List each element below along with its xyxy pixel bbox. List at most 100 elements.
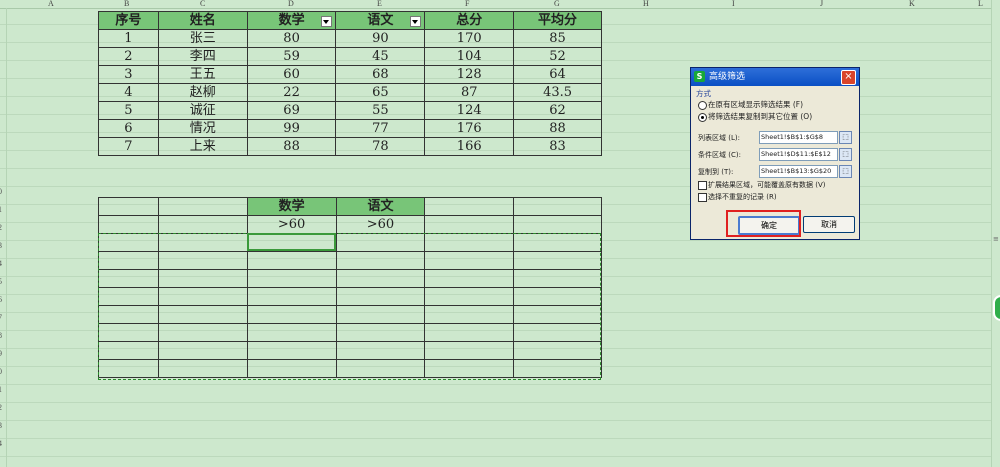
cell[interactable]: 88 [513,119,602,138]
dialog-titlebar[interactable]: S 高级筛选 × [691,68,859,86]
cell[interactable]: 77 [335,119,426,138]
cell[interactable]: 张三 [157,29,248,48]
cell[interactable]: 4 [98,83,159,102]
cell[interactable] [513,197,602,216]
cell[interactable]: 85 [513,29,602,48]
cell[interactable]: 128 [424,65,515,84]
cell[interactable] [98,323,159,342]
cell[interactable] [424,215,515,234]
col-header-d[interactable]: D [288,0,294,8]
cell[interactable] [513,287,602,306]
row-header[interactable]: 5 [0,277,2,286]
criteria-value-chinese[interactable]: >60 [335,215,426,234]
cell[interactable] [157,323,248,342]
cell[interactable] [157,287,248,306]
cell[interactable] [98,197,159,216]
cell[interactable] [335,305,426,324]
cell[interactable] [246,323,337,342]
cell[interactable] [246,251,337,270]
cell[interactable] [98,305,159,324]
row-header[interactable]: 6 [0,295,2,304]
row-header[interactable]: 0 [0,187,2,196]
cell[interactable]: 上来 [157,137,248,156]
cell[interactable]: 59 [246,47,337,66]
cell[interactable] [98,359,159,378]
radio-copy-to-location[interactable]: 将筛选结果复制到其它位置 (O) [696,111,854,123]
cell[interactable] [335,233,426,252]
col-header-c[interactable]: C [200,0,205,8]
cell[interactable] [335,341,426,360]
row-header[interactable]: 1 [0,205,2,214]
cell[interactable]: 88 [246,137,337,156]
cell[interactable] [513,251,602,270]
copy-to-input[interactable]: Sheet1!$B$13:$G$20 [759,165,838,178]
radio-selected-icon[interactable] [698,113,707,122]
cell[interactable]: 124 [424,101,515,120]
cell[interactable] [513,341,602,360]
cell[interactable] [513,215,602,234]
col-header-i[interactable]: I [732,0,735,8]
cell[interactable] [98,341,159,360]
cell[interactable]: 22 [246,83,337,102]
cell[interactable] [246,269,337,288]
cell[interactable] [513,269,602,288]
cell[interactable] [335,287,426,306]
cell[interactable]: 176 [424,119,515,138]
cell[interactable] [157,251,248,270]
cell[interactable] [424,287,515,306]
cell[interactable] [157,233,248,252]
cell[interactable] [513,359,602,378]
col-header-f[interactable]: F [465,0,469,8]
cell[interactable] [98,215,159,234]
cell[interactable]: 5 [98,101,159,120]
cell[interactable] [157,341,248,360]
row-header[interactable]: 0 [0,367,2,376]
floating-assistant-icon[interactable] [993,295,1000,321]
cell[interactable] [246,341,337,360]
range-select-icon[interactable]: ⬚ [839,165,852,178]
cell[interactable] [424,233,515,252]
scroll-grip-icon[interactable]: ≡ [993,236,999,243]
cell[interactable] [335,323,426,342]
cell[interactable] [98,251,159,270]
cell[interactable] [157,359,248,378]
col-header-b[interactable]: B [124,0,129,8]
cell[interactable] [157,305,248,324]
row-header[interactable]: 3 [0,241,2,250]
row-header[interactable]: 4 [0,439,2,448]
radio-filter-in-place[interactable]: 在原有区域显示筛选结果 (F) [696,99,854,111]
row-header[interactable]: 2 [0,403,2,412]
header-cell-total[interactable]: 总分 [424,11,515,30]
criteria-header-chinese[interactable]: 语文 [335,197,426,216]
cell[interactable] [513,233,602,252]
cell[interactable]: 90 [335,29,426,48]
row-header[interactable]: 4 [0,259,2,268]
cell[interactable]: 99 [246,119,337,138]
cell[interactable] [424,305,515,324]
cell[interactable]: 李四 [157,47,248,66]
active-cell-selection[interactable] [247,233,336,251]
cell[interactable]: 52 [513,47,602,66]
cell[interactable]: 78 [335,137,426,156]
cell[interactable] [513,323,602,342]
header-cell-chinese[interactable]: 语文 [335,11,426,30]
cell[interactable] [246,359,337,378]
criteria-value-math[interactable]: >60 [246,215,337,234]
cell[interactable] [335,269,426,288]
cell[interactable] [157,197,248,216]
criteria-range-input[interactable]: Sheet1!$D$11:$E$12 [759,148,838,161]
checkbox-icon[interactable] [698,181,707,190]
cell[interactable]: 104 [424,47,515,66]
cell[interactable] [246,287,337,306]
cell[interactable]: 68 [335,65,426,84]
col-header-h[interactable]: H [643,0,649,8]
row-header[interactable]: 9 [0,349,2,358]
cell[interactable]: 7 [98,137,159,156]
cell[interactable] [335,251,426,270]
checkbox-icon[interactable] [698,193,707,202]
unique-records-checkbox[interactable]: 选择不重复的记录 (R) [696,191,854,203]
cell[interactable]: 45 [335,47,426,66]
cell[interactable]: 43.5 [513,83,602,102]
range-select-icon[interactable]: ⬚ [839,131,852,144]
filter-dropdown-icon[interactable] [321,16,333,27]
